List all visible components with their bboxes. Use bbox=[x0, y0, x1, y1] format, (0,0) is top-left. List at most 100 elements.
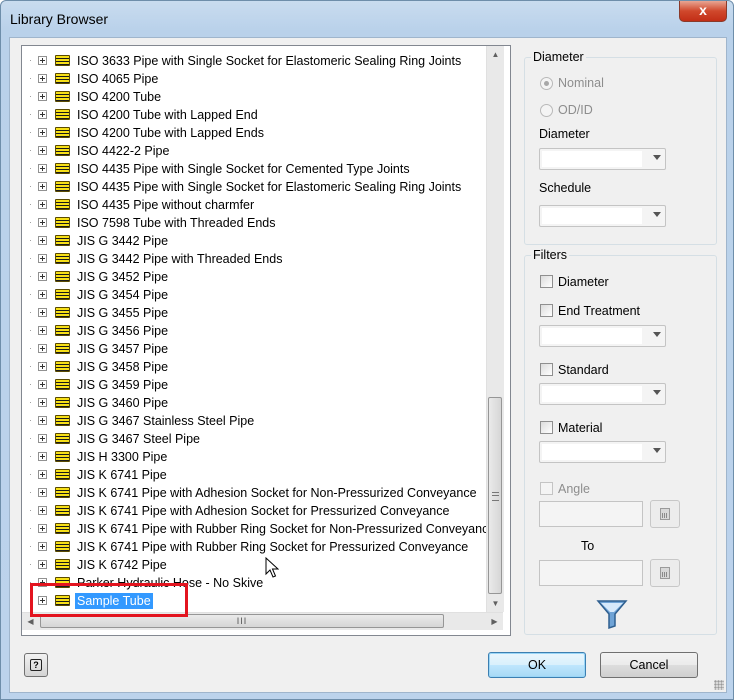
pipe-family-icon bbox=[55, 541, 70, 552]
tree-item[interactable]: JIS H 3300 Pipe bbox=[22, 448, 486, 466]
schedule-select[interactable] bbox=[539, 205, 666, 227]
angle-from-calculator-button[interactable] bbox=[650, 500, 680, 528]
vertical-scroll-thumb[interactable] bbox=[488, 397, 502, 594]
expand-plus-icon[interactable] bbox=[38, 92, 47, 101]
tree-item[interactable]: JIS G 3457 Pipe bbox=[22, 340, 486, 358]
pipe-family-icon bbox=[55, 127, 70, 138]
vertical-scrollbar[interactable]: ▲ ▼ bbox=[486, 46, 504, 612]
filters-group: Filters Diameter End Treatment Standard … bbox=[524, 248, 717, 635]
expand-plus-icon[interactable] bbox=[38, 236, 47, 245]
tree-item[interactable]: ISO 4200 Tube with Lapped End bbox=[22, 106, 486, 124]
expand-plus-icon[interactable] bbox=[38, 560, 47, 569]
tree-item[interactable]: JIS K 6741 Pipe bbox=[22, 466, 486, 484]
nominal-radio[interactable] bbox=[540, 77, 553, 90]
nominal-label: Nominal bbox=[558, 76, 604, 90]
standard-checkbox[interactable] bbox=[540, 363, 553, 376]
tree-item[interactable]: ISO 4435 Pipe with Single Socket for Ela… bbox=[22, 178, 486, 196]
expand-plus-icon[interactable] bbox=[38, 218, 47, 227]
tree-item[interactable]: JIS G 3459 Pipe bbox=[22, 376, 486, 394]
material-checkbox[interactable] bbox=[540, 421, 553, 434]
tree-item[interactable]: JIS G 3460 Pipe bbox=[22, 394, 486, 412]
material-select-value bbox=[542, 444, 642, 460]
expand-plus-icon[interactable] bbox=[38, 254, 47, 263]
expand-plus-icon[interactable] bbox=[38, 344, 47, 353]
material-select[interactable] bbox=[539, 441, 666, 463]
tree-item[interactable]: ISO 3633 Pipe with Single Socket for Ela… bbox=[22, 52, 486, 70]
tree-item[interactable]: ISO 4065 Pipe bbox=[22, 70, 486, 88]
diameter-filter-label: Diameter bbox=[558, 275, 609, 289]
tree-item[interactable]: ISO 4422-2 Pipe bbox=[22, 142, 486, 160]
tree-item[interactable]: ISO 4200 Tube bbox=[22, 88, 486, 106]
cancel-button[interactable]: Cancel bbox=[600, 652, 698, 678]
library-tree[interactable]: ISO 3633 Pipe with Single Socket for Ela… bbox=[21, 45, 511, 636]
expand-plus-icon[interactable] bbox=[38, 506, 47, 515]
expand-plus-icon[interactable] bbox=[38, 362, 47, 371]
tree-item-label: JIS G 3459 Pipe bbox=[77, 378, 169, 392]
expand-plus-icon[interactable] bbox=[38, 290, 47, 299]
expand-plus-icon[interactable] bbox=[38, 272, 47, 281]
tree-item[interactable]: JIS K 6741 Pipe with Rubber Ring Socket … bbox=[22, 520, 486, 538]
tree-line-dot bbox=[30, 456, 31, 457]
title-bar[interactable]: Library Browser x bbox=[1, 1, 733, 37]
tree-item[interactable]: JIS K 6741 Pipe with Adhesion Socket for… bbox=[22, 484, 486, 502]
tree-item[interactable]: JIS G 3467 Stainless Steel Pipe bbox=[22, 412, 486, 430]
ok-button[interactable]: OK bbox=[488, 652, 586, 678]
tree-item[interactable]: JIS G 3467 Steel Pipe bbox=[22, 430, 486, 448]
tree-item[interactable]: ISO 4200 Tube with Lapped Ends bbox=[22, 124, 486, 142]
expand-plus-icon[interactable] bbox=[38, 470, 47, 479]
standard-select[interactable] bbox=[539, 383, 666, 405]
odid-radio[interactable] bbox=[540, 104, 553, 117]
tree-item[interactable]: ISO 4435 Pipe with Single Socket for Cem… bbox=[22, 160, 486, 178]
expand-plus-icon[interactable] bbox=[38, 56, 47, 65]
pipe-family-icon bbox=[55, 433, 70, 444]
end-treatment-select[interactable] bbox=[539, 325, 666, 347]
scroll-down-arrow-icon[interactable]: ▼ bbox=[487, 595, 504, 612]
tree-item[interactable]: JIS G 3455 Pipe bbox=[22, 304, 486, 322]
expand-plus-icon[interactable] bbox=[38, 524, 47, 533]
apply-filter-funnel-icon[interactable] bbox=[595, 598, 629, 630]
tree-item[interactable]: JIS G 3442 Pipe bbox=[22, 232, 486, 250]
tree-item-label: JIS K 6741 Pipe with Adhesion Socket for… bbox=[77, 504, 450, 518]
tree-item[interactable]: ISO 4435 Pipe without charmfer bbox=[22, 196, 486, 214]
expand-plus-icon[interactable] bbox=[38, 452, 47, 461]
expand-plus-icon[interactable] bbox=[38, 74, 47, 83]
tree-item[interactable]: JIS K 6742 Pipe bbox=[22, 556, 486, 574]
help-button[interactable]: ? bbox=[24, 653, 48, 677]
angle-to-calculator-button[interactable] bbox=[650, 559, 680, 587]
expand-plus-icon[interactable] bbox=[38, 416, 47, 425]
angle-checkbox[interactable] bbox=[540, 482, 553, 495]
expand-plus-icon[interactable] bbox=[38, 164, 47, 173]
expand-plus-icon[interactable] bbox=[38, 398, 47, 407]
angle-to-input[interactable] bbox=[539, 560, 643, 586]
close-button[interactable]: x bbox=[679, 1, 727, 22]
tree-item[interactable]: JIS G 3442 Pipe with Threaded Ends bbox=[22, 250, 486, 268]
tree-item[interactable]: ISO 7598 Tube with Threaded Ends bbox=[22, 214, 486, 232]
pipe-family-icon bbox=[55, 415, 70, 426]
expand-plus-icon[interactable] bbox=[38, 326, 47, 335]
expand-plus-icon[interactable] bbox=[38, 110, 47, 119]
resize-grip-icon[interactable] bbox=[714, 680, 724, 690]
scroll-up-arrow-icon[interactable]: ▲ bbox=[487, 46, 504, 63]
expand-plus-icon[interactable] bbox=[38, 542, 47, 551]
expand-plus-icon[interactable] bbox=[38, 380, 47, 389]
tree-item[interactable]: JIS G 3454 Pipe bbox=[22, 286, 486, 304]
tree-item[interactable]: JIS G 3456 Pipe bbox=[22, 322, 486, 340]
diameter-filter-checkbox[interactable] bbox=[540, 275, 553, 288]
end-treatment-checkbox[interactable] bbox=[540, 304, 553, 317]
scroll-right-arrow-icon[interactable]: ▶ bbox=[486, 613, 503, 630]
tree-item[interactable]: JIS G 3452 Pipe bbox=[22, 268, 486, 286]
expand-plus-icon[interactable] bbox=[38, 146, 47, 155]
expand-plus-icon[interactable] bbox=[38, 488, 47, 497]
diameter-select[interactable] bbox=[539, 148, 666, 170]
angle-from-input[interactable] bbox=[539, 501, 643, 527]
expand-plus-icon[interactable] bbox=[38, 308, 47, 317]
tree-item[interactable]: JIS K 6741 Pipe with Adhesion Socket for… bbox=[22, 502, 486, 520]
tree-item[interactable]: JIS K 6741 Pipe with Rubber Ring Socket … bbox=[22, 538, 486, 556]
tree-item[interactable]: JIS G 3458 Pipe bbox=[22, 358, 486, 376]
expand-plus-icon[interactable] bbox=[38, 128, 47, 137]
expand-plus-icon[interactable] bbox=[38, 434, 47, 443]
expand-plus-icon[interactable] bbox=[38, 182, 47, 191]
diameter-group: Diameter Nominal OD/ID Diameter Schedule bbox=[524, 50, 717, 245]
expand-plus-icon[interactable] bbox=[38, 200, 47, 209]
tree-item-label: JIS G 3457 Pipe bbox=[77, 342, 169, 356]
